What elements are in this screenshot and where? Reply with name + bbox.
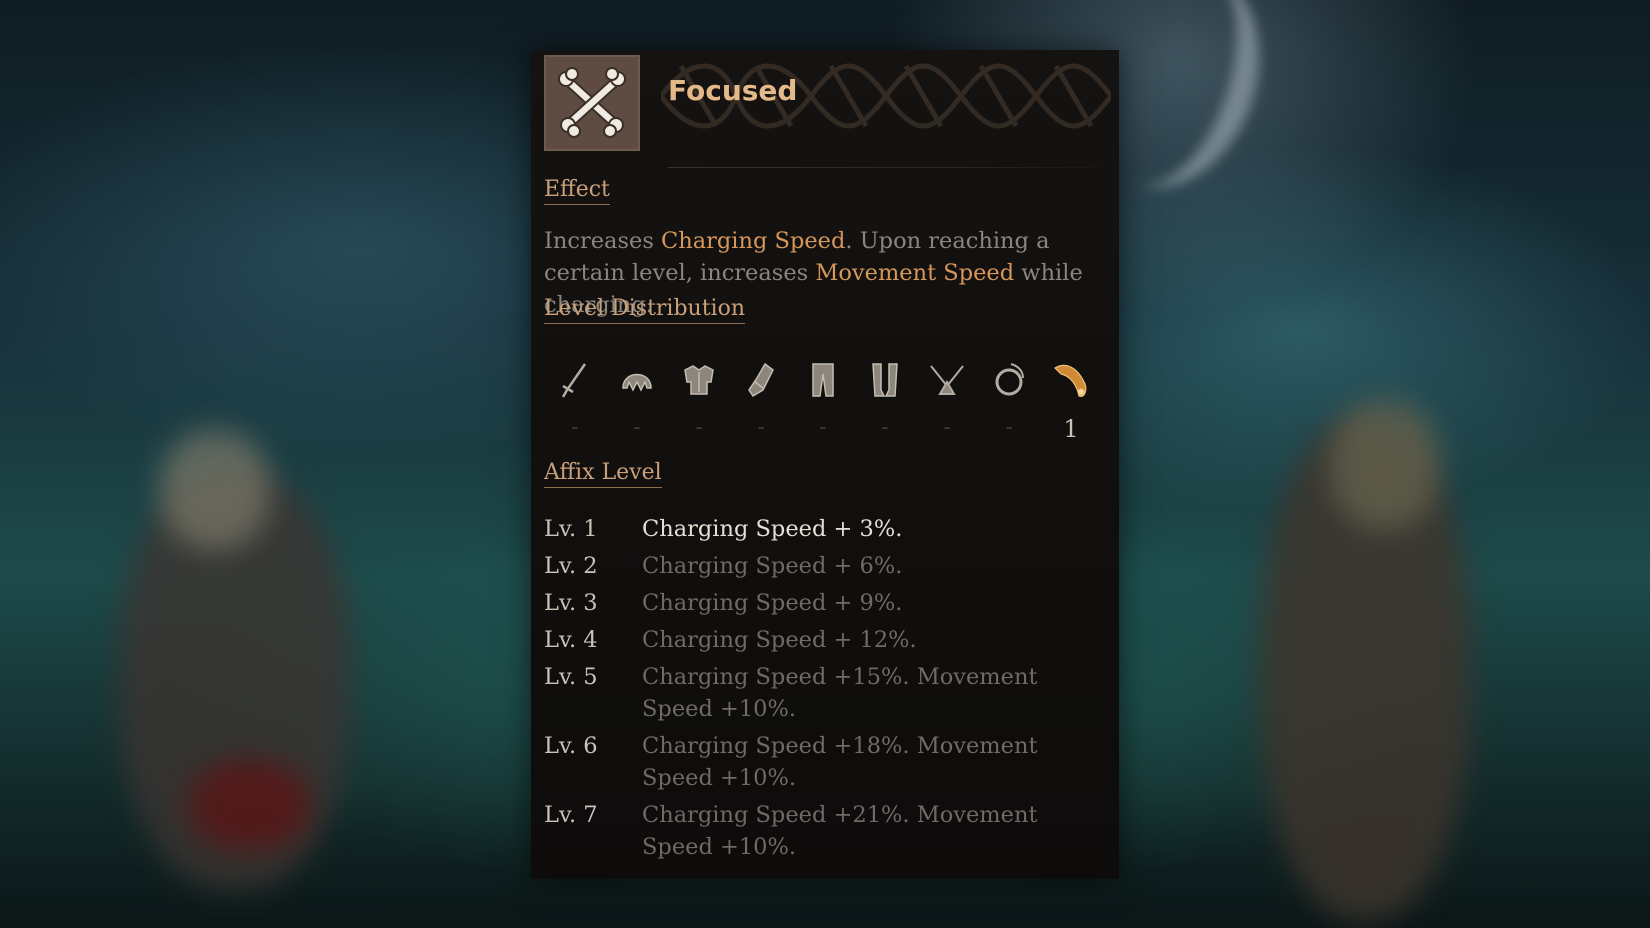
horn-icon [1054,364,1087,397]
affix-level-description: Charging Speed + 6%. [642,553,903,579]
affix-row: Lv. 7 Charging Speed +21%. Movement Spee… [544,799,1114,863]
affix-level-label: Affix Level [544,460,662,488]
affix-row: Lv. 4 Charging Speed + 12%. [544,624,1114,656]
slot-level: - [633,415,641,440]
slot-chest[interactable]: - [668,355,730,455]
background-character-left-accent [190,760,310,850]
affix-row: Lv. 2 Charging Speed + 6%. [544,550,1114,582]
affix-row: Lv. 5 Charging Speed +15%. Movement Spee… [544,661,1114,725]
slot-level: - [757,415,765,440]
affix-level-number: Lv. 6 [544,733,598,759]
slot-pants[interactable]: - [792,355,854,455]
effect-label: Effect [544,177,610,205]
slot-helmet[interactable]: - [606,355,668,455]
affix-level-description: Charging Speed + 12%. [642,627,917,653]
affix-level-number: Lv. 4 [544,627,598,653]
affix-level-number: Lv. 3 [544,590,598,616]
slot-amulet[interactable]: - [916,355,978,455]
affix-level-number: Lv. 2 [544,553,598,579]
affix-level-list: Lv. 1 Charging Speed + 3%. Lv. 2 Chargin… [544,513,1114,868]
slot-level: - [695,415,703,440]
skill-title: Focused [668,74,798,107]
affix-level-description: Charging Speed +18%. Movement Speed +10%… [642,733,1038,791]
affix-level-number: Lv. 5 [544,664,598,690]
affix-level-description: Charging Speed + 9%. [642,590,903,616]
affix-level-number: Lv. 1 [544,516,598,542]
helmet-icon [622,373,652,392]
affix-level-description: Charging Speed +21%. Movement Speed +10%… [642,802,1038,860]
slot-level: - [571,415,579,440]
slot-level: - [1005,415,1013,440]
effect-keyword-charging-speed: Charging Speed [661,228,846,254]
slot-gloves[interactable]: - [730,355,792,455]
affix-tooltip-panel: Focused Effect Increases Charging Speed.… [531,50,1119,879]
gloves-icon [748,362,774,398]
slot-level: - [881,415,889,440]
effect-text-1: Increases [544,228,662,254]
effect-keyword-movement-speed: Movement Speed [815,260,1015,286]
slot-horn[interactable]: 1 [1040,355,1102,455]
pants-icon [812,363,834,397]
affix-row: Lv. 1 Charging Speed + 3%. [544,513,1114,545]
affix-level-description: Charging Speed +15%. Movement Speed +10%… [642,664,1038,722]
slot-ring[interactable]: - [978,355,1040,455]
equipment-slots: - - - - - - - - 1 [544,355,1119,455]
affix-level-description: Charging Speed + 3%. [642,516,903,542]
background-character-right-head [1330,400,1440,530]
amulet-icon [930,365,964,395]
weapon-icon [561,363,587,398]
affix-row: Lv. 6 Charging Speed +18%. Movement Spee… [544,730,1114,794]
level-distribution-label: Level Distribution [544,296,746,324]
slot-weapon[interactable]: - [544,355,606,455]
ring-icon [995,363,1024,396]
affix-level-number: Lv. 7 [544,802,598,828]
header-divider [668,167,1119,168]
slot-level: - [943,415,951,440]
background-character-left-head [160,430,270,550]
affix-row: Lv. 3 Charging Speed + 9%. [544,587,1114,619]
boots-icon [872,363,898,397]
slot-level: - [819,415,827,440]
crossed-bones-icon [544,55,640,151]
chest-armor-icon [684,365,714,395]
slot-level: 1 [1063,415,1079,443]
slot-boots[interactable]: - [854,355,916,455]
